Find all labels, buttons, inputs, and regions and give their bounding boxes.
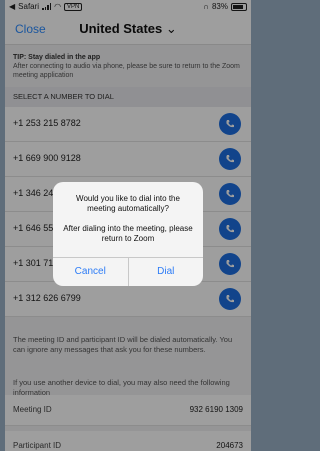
dial-button[interactable]: Dial <box>129 258 204 286</box>
auto-dial-dialog: Would you like to dial into the meeting … <box>53 182 203 286</box>
dialog-message: After dialing into the meeting, please r… <box>63 224 193 243</box>
dialog-buttons: Cancel Dial <box>53 257 203 286</box>
phone-screen: ◀ Safari ◠ VPN ∩ 83% Close United States… <box>5 0 251 451</box>
cancel-button[interactable]: Cancel <box>53 258 129 286</box>
dialog-title: Would you like to dial into the meeting … <box>76 194 180 213</box>
